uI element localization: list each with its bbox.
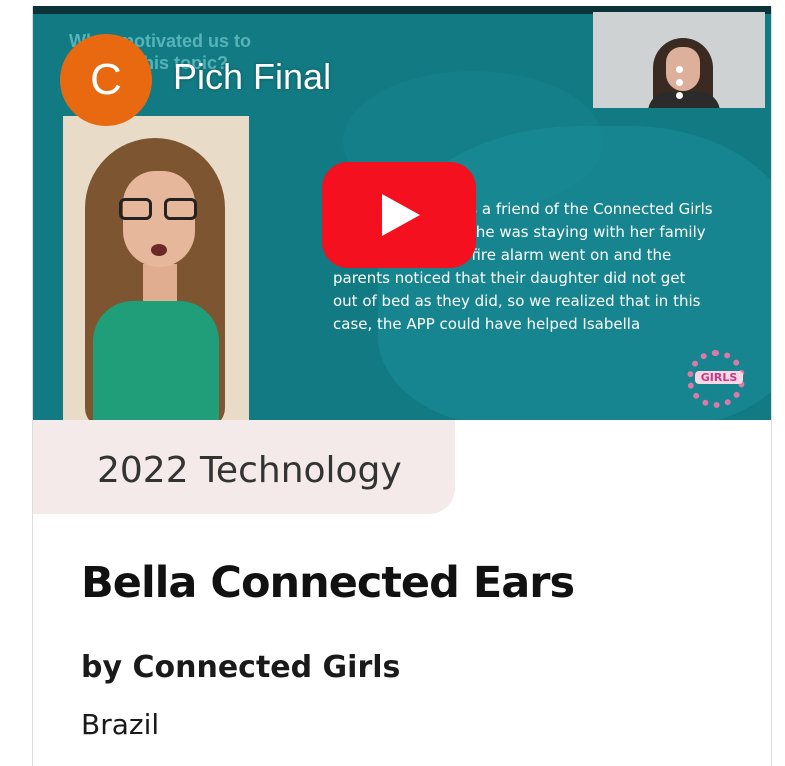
presenter-video: [63, 116, 249, 420]
team-name: by Connected Girls: [81, 650, 401, 685]
play-icon: [382, 194, 420, 236]
country-label: Brazil: [81, 708, 160, 741]
connected-girls-logo: GIRLS: [683, 346, 755, 418]
play-button[interactable]: [322, 162, 476, 268]
more-vert-icon[interactable]: [676, 66, 684, 105]
project-title[interactable]: Bella Connected Ears: [81, 558, 575, 608]
video-title[interactable]: Pich Final: [173, 56, 331, 98]
channel-avatar[interactable]: C: [60, 34, 152, 126]
category-tag: 2022 Technology: [33, 420, 455, 514]
category-label: 2022 Technology: [97, 450, 402, 491]
video-embed[interactable]: What motivated us to choose this topic? …: [33, 6, 771, 420]
project-card[interactable]: What motivated us to choose this topic? …: [32, 6, 772, 766]
